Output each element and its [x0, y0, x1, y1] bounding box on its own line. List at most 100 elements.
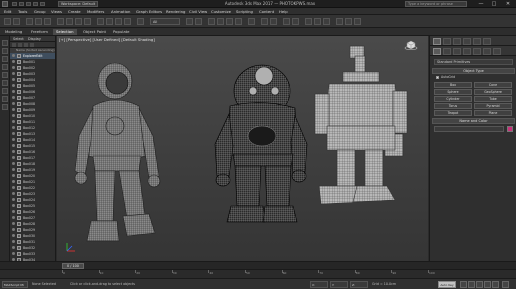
geosphere-button[interactable]: GeoSphere [474, 89, 512, 95]
redo-icon[interactable] [13, 18, 20, 25]
visibility-eye-icon[interactable] [12, 90, 15, 93]
geometry-icon[interactable] [433, 48, 441, 55]
visibility-eye-icon[interactable] [12, 54, 15, 57]
render-setup-icon[interactable] [336, 18, 343, 25]
select-place-icon[interactable] [124, 18, 131, 25]
visibility-eye-icon[interactable] [12, 246, 15, 249]
filter-groups-icon[interactable] [2, 88, 8, 94]
object-name-input[interactable] [434, 126, 504, 132]
filter-lights-icon[interactable] [2, 56, 8, 62]
material-editor-icon[interactable] [323, 18, 330, 25]
utilities-tab-icon[interactable] [483, 38, 491, 45]
visibility-eye-icon[interactable] [12, 192, 15, 195]
systems-icon[interactable] [493, 48, 501, 55]
select-object-icon[interactable] [57, 18, 64, 25]
open-file-icon[interactable] [19, 2, 24, 6]
torus-button[interactable]: Torus [434, 103, 472, 109]
visibility-eye-icon[interactable] [12, 210, 15, 213]
workspace-dropdown[interactable]: Workspace: Default [58, 1, 98, 7]
filter-helpers-icon[interactable] [2, 72, 8, 78]
lights-icon[interactable] [453, 48, 461, 55]
tube-button[interactable]: Tube [474, 96, 512, 102]
bind-space-warp-icon[interactable] [44, 18, 51, 25]
menu-help[interactable]: Help [279, 9, 288, 14]
schematic-view-icon[interactable] [314, 18, 321, 25]
layers-icon[interactable] [30, 43, 34, 47]
visibility-eye-icon[interactable] [12, 234, 15, 237]
autogrid-checkbox[interactable]: AutoGrid [436, 75, 455, 80]
visibility-eye-icon[interactable] [12, 120, 15, 123]
filter-icon[interactable] [18, 43, 22, 47]
perspective-viewport[interactable]: [+] [Perspective] [User Defined] [Defaul… [57, 36, 428, 261]
teapot-button[interactable]: Teapot [434, 110, 472, 116]
hierarchy-icon[interactable] [24, 43, 28, 47]
curve-editor-icon[interactable] [305, 18, 312, 25]
diver-suit-model[interactable] [214, 64, 308, 223]
hierarchy-tab-icon[interactable] [453, 38, 461, 45]
redo-icon[interactable] [40, 2, 45, 6]
sphere-button[interactable]: Sphere [434, 89, 472, 95]
cylinder-button[interactable]: Cylinder [434, 96, 472, 102]
region-select-icon[interactable] [75, 18, 82, 25]
minimize-button[interactable]: — [476, 1, 486, 7]
play-icon[interactable] [476, 281, 483, 288]
visibility-eye-icon[interactable] [12, 198, 15, 201]
visibility-eye-icon[interactable] [12, 84, 15, 87]
menu-tools[interactable]: Tools [18, 9, 27, 14]
motion-tab-icon[interactable] [463, 38, 471, 45]
visibility-eye-icon[interactable] [12, 126, 15, 129]
unlink-icon[interactable] [35, 18, 42, 25]
viewcube-icon[interactable] [404, 40, 418, 50]
filter-cameras-icon[interactable] [2, 64, 8, 70]
maximize-button[interactable]: □ [489, 1, 499, 7]
manipulate-icon[interactable] [195, 18, 202, 25]
next-frame-icon[interactable] [484, 281, 491, 288]
tab-selection[interactable]: Selection [53, 29, 77, 35]
search-icon[interactable] [12, 43, 16, 47]
link-icon[interactable] [26, 18, 33, 25]
filter-geometry-icon[interactable] [2, 40, 8, 46]
visibility-eye-icon[interactable] [12, 228, 15, 231]
window-crossing-icon[interactable] [84, 18, 91, 25]
visibility-eye-icon[interactable] [12, 156, 15, 159]
tab-populate[interactable]: Populate [110, 29, 133, 35]
visibility-eye-icon[interactable] [12, 150, 15, 153]
visibility-eye-icon[interactable] [12, 60, 15, 63]
visibility-eye-icon[interactable] [12, 114, 15, 117]
menu-create[interactable]: Create [68, 9, 81, 14]
percent-snap-icon[interactable] [226, 18, 233, 25]
pyramid-button[interactable]: Pyramid [474, 103, 512, 109]
object-color-swatch[interactable] [507, 126, 513, 132]
visibility-eye-icon[interactable] [12, 216, 15, 219]
undo-icon[interactable] [4, 18, 11, 25]
menu-customize[interactable]: Customize [211, 9, 231, 14]
create-tab-icon[interactable] [433, 38, 441, 45]
go-to-end-icon[interactable] [492, 281, 499, 288]
zoom-extents-icon[interactable] [502, 281, 509, 288]
plane-button[interactable]: Plane [474, 110, 512, 116]
ribbon-toggle-icon[interactable] [292, 18, 299, 25]
layer-explorer-icon[interactable] [283, 18, 290, 25]
selection-filter-dropdown[interactable]: All [150, 18, 180, 25]
close-button[interactable]: ✕ [503, 1, 513, 7]
visibility-eye-icon[interactable] [12, 66, 15, 69]
visibility-eye-icon[interactable] [12, 168, 15, 171]
helpers-icon[interactable] [473, 48, 481, 55]
visibility-eye-icon[interactable] [12, 102, 15, 105]
visibility-eye-icon[interactable] [12, 72, 15, 75]
mirror-icon[interactable] [261, 18, 268, 25]
spinner-snap-icon[interactable] [235, 18, 242, 25]
visibility-eye-icon[interactable] [12, 138, 15, 141]
select-rotate-icon[interactable] [106, 18, 113, 25]
name-and-color-rollout[interactable]: Name and Color [432, 118, 515, 124]
menu-group[interactable]: Group [34, 9, 46, 14]
visibility-eye-icon[interactable] [12, 252, 15, 255]
visibility-eye-icon[interactable] [12, 78, 15, 81]
tab-object-paint[interactable]: Object Paint [80, 29, 109, 35]
render-production-icon[interactable] [354, 18, 361, 25]
save-file-icon[interactable] [26, 2, 31, 6]
cameras-icon[interactable] [463, 48, 471, 55]
snaps-toggle-icon[interactable] [208, 18, 215, 25]
z-coordinate[interactable]: Z: [350, 281, 368, 288]
shapes-icon[interactable] [443, 48, 451, 55]
